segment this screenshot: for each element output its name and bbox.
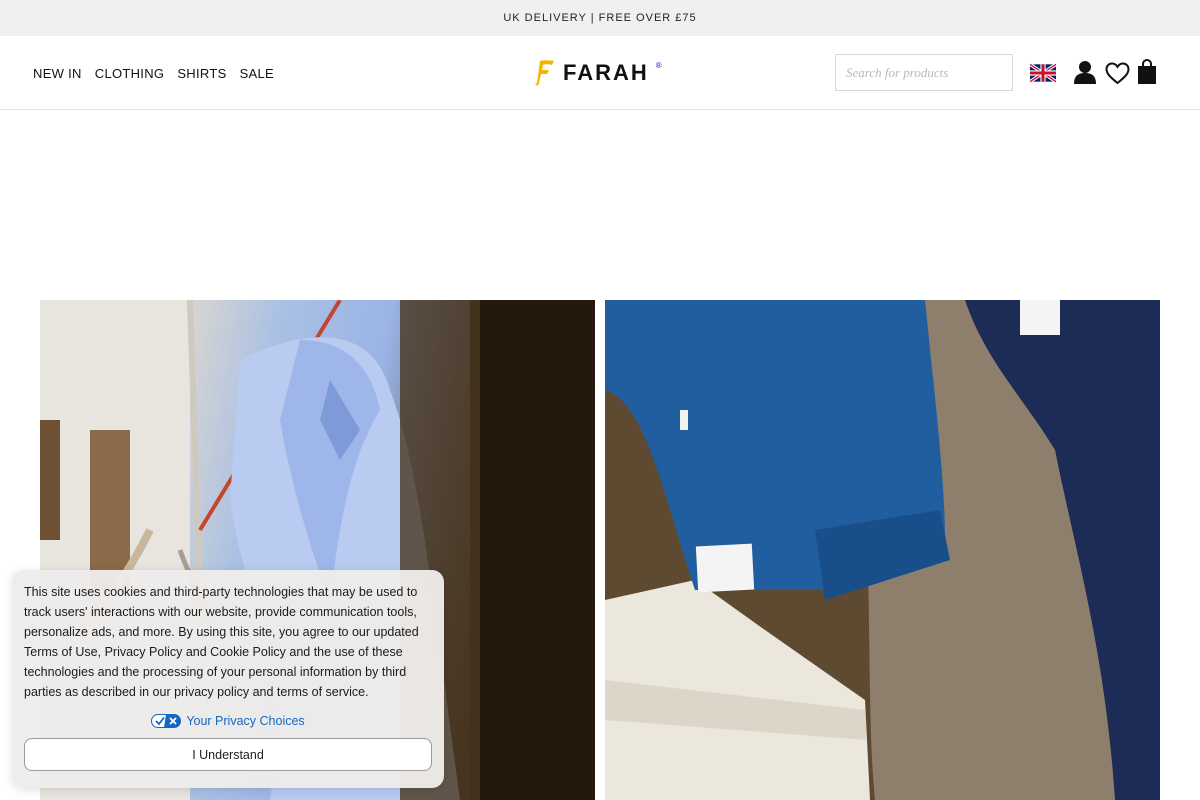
search-input[interactable]: [835, 54, 1013, 91]
promo-text: UK DELIVERY | FREE OVER £75: [503, 12, 697, 24]
nav-item-clothing[interactable]: CLOTHING: [95, 66, 165, 81]
trousers-photo-illustration: [605, 300, 1160, 800]
nav-item-shirts[interactable]: SHIRTS: [177, 66, 226, 81]
shopping-bag-icon[interactable]: [1136, 58, 1158, 86]
cookie-notice-text: This site uses cookies and third-party t…: [24, 585, 419, 699]
privacy-choices-label: Your Privacy Choices: [186, 714, 305, 728]
account-icon[interactable]: [1073, 59, 1097, 85]
hero-image-trousers[interactable]: [605, 300, 1160, 800]
farah-f-logo-icon: [535, 60, 554, 86]
promo-bar: UK DELIVERY | FREE OVER £75: [0, 0, 1200, 36]
privacy-choices-link[interactable]: Your Privacy Choices: [24, 714, 432, 728]
heart-icon[interactable]: [1104, 60, 1130, 86]
site-header: NEW IN CLOTHING SHIRTS SALE FARAH ®: [0, 36, 1200, 110]
brand-registered-mark: ®: [655, 60, 662, 70]
privacy-options-toggle-icon: [151, 714, 182, 728]
nav-item-sale[interactable]: SALE: [240, 66, 274, 81]
cookie-consent-banner: This site uses cookies and third-party t…: [12, 570, 444, 788]
nav-item-new-in[interactable]: NEW IN: [33, 66, 82, 81]
brand-logo[interactable]: FARAH ®: [534, 58, 662, 88]
main-nav: NEW IN CLOTHING SHIRTS SALE: [33, 36, 274, 110]
brand-name: FARAH: [563, 60, 649, 85]
i-understand-button[interactable]: I Understand: [24, 738, 432, 771]
uk-flag-icon[interactable]: [1030, 63, 1056, 83]
